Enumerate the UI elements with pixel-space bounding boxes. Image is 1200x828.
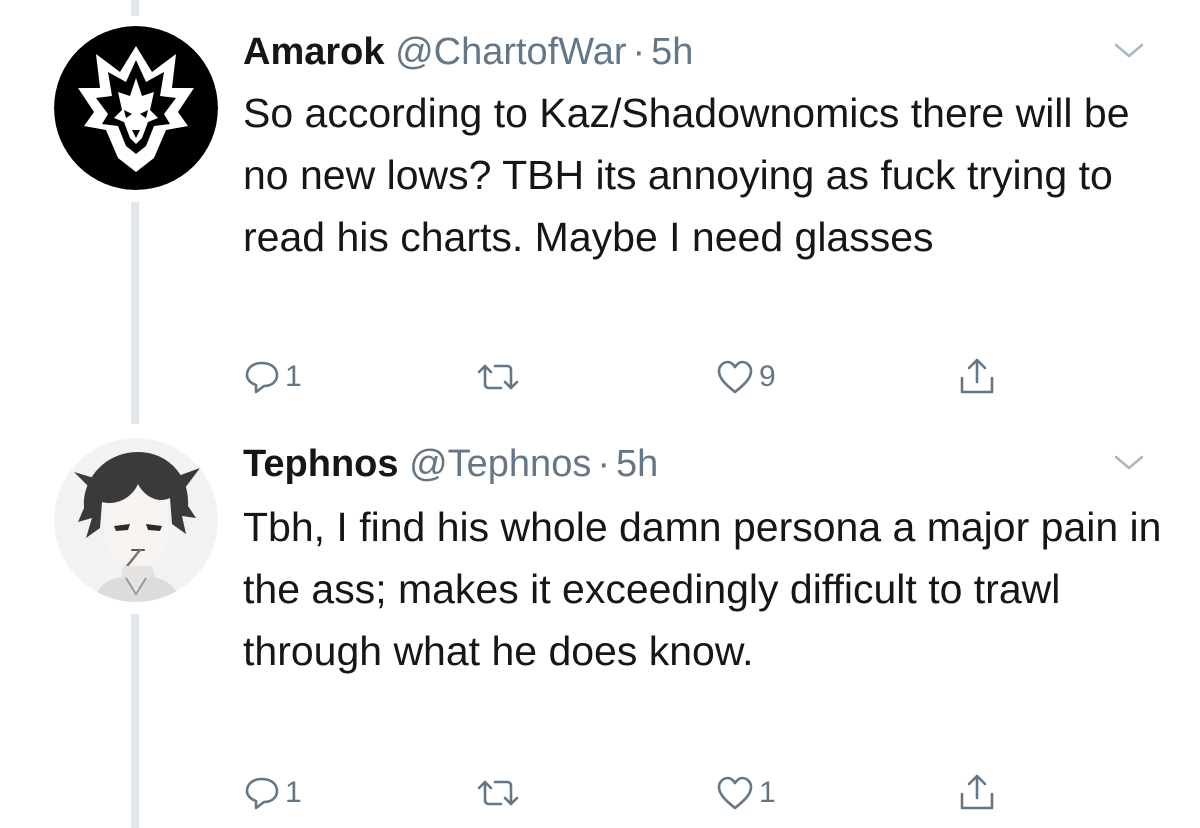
display-name[interactable]: Amarok	[243, 31, 385, 73]
thread-line-top	[131, 0, 139, 16]
share-button[interactable]	[957, 768, 997, 818]
reply-count: 1	[285, 360, 302, 393]
timestamp[interactable]: 5h	[616, 443, 658, 485]
reply-icon	[245, 361, 279, 394]
tweet-text: Tbh, I find his whole damn persona a maj…	[243, 504, 1162, 674]
thread-line-middle	[131, 202, 139, 424]
avatar[interactable]	[54, 26, 218, 190]
like-button[interactable]: 9	[715, 352, 776, 402]
share-icon	[960, 774, 994, 810]
chevron-down-icon	[1114, 43, 1144, 58]
wolf-avatar-icon	[54, 26, 218, 190]
reply-button[interactable]: 1	[243, 768, 302, 818]
like-button[interactable]: 1	[715, 768, 776, 818]
more-options-button[interactable]	[1112, 452, 1146, 474]
like-count: 1	[759, 776, 776, 809]
user-handle[interactable]: @Tephnos	[409, 443, 591, 485]
reply-count: 1	[285, 776, 302, 809]
display-name[interactable]: Tephnos	[243, 443, 399, 485]
share-button[interactable]	[957, 352, 997, 402]
retweet-button[interactable]	[475, 768, 525, 818]
retweet-button[interactable]	[475, 352, 525, 402]
tweet-header: Tephnos @Tephnos · 5h	[243, 438, 658, 490]
thread-line-bottom	[131, 614, 139, 828]
separator: ·	[632, 31, 646, 73]
tweet-actions: 1 1	[243, 768, 1043, 818]
anime-avatar-icon	[54, 438, 218, 602]
tweet-text: So according to Kaz/Shadownomics there w…	[243, 90, 1130, 260]
retweet-icon	[477, 780, 519, 806]
tweet-actions: 1 9	[243, 352, 1043, 402]
reply-button[interactable]: 1	[243, 352, 302, 402]
more-options-button[interactable]	[1112, 40, 1146, 62]
user-handle[interactable]: @ChartofWar	[395, 31, 626, 73]
chevron-down-icon	[1114, 455, 1144, 470]
separator: ·	[597, 443, 610, 485]
share-icon	[960, 358, 994, 394]
like-icon	[717, 776, 753, 810]
reply-icon	[245, 777, 279, 810]
tweet-header: Amarok @ChartofWar · 5h	[243, 26, 693, 78]
retweet-icon	[477, 364, 519, 390]
like-count: 9	[759, 360, 776, 393]
avatar[interactable]	[54, 438, 218, 602]
like-icon	[717, 360, 753, 394]
timestamp[interactable]: 5h	[651, 31, 693, 73]
